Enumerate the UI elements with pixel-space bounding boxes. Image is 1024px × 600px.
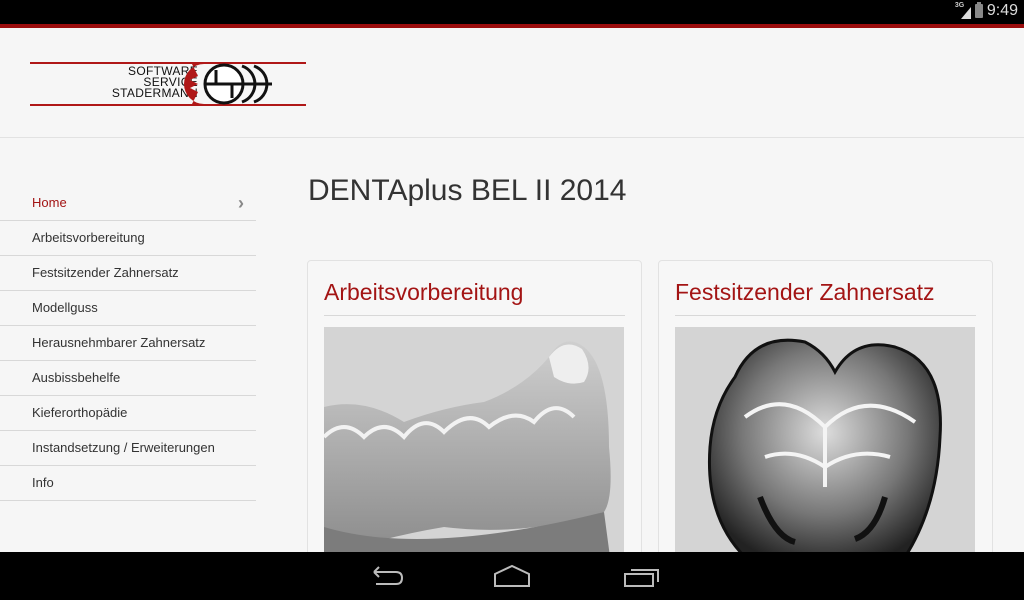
- clock: 9:49: [986, 2, 1018, 19]
- dental-model-illustration: [324, 327, 624, 587]
- back-icon: [373, 566, 404, 585]
- sidebar-item-label: Home: [32, 195, 67, 210]
- metal-crown-image[interactable]: [675, 327, 975, 587]
- card-divider: [675, 315, 976, 316]
- company-logo[interactable]: SOFTWARE SERVICE STADERMANN: [30, 62, 306, 106]
- card-divider: [324, 315, 625, 316]
- back-button[interactable]: [364, 562, 404, 590]
- battery-icon: [974, 2, 983, 18]
- card-title[interactable]: Arbeitsvorbereitung: [324, 279, 523, 306]
- sidebar-item-home[interactable]: Home ›: [0, 186, 256, 221]
- page-title: DENTAplus BEL II 2014: [308, 174, 627, 207]
- sidebar-item-label: Herausnehmbarer Zahnersatz: [32, 335, 206, 350]
- sss-logo-icon: [184, 63, 272, 105]
- sidebar-nav: Home › Arbeitsvorbereitung Festsitzender…: [0, 186, 256, 501]
- home-icon: [494, 564, 530, 587]
- sidebar-item-kieferorthopaedie[interactable]: Kieferorthopädie: [0, 396, 256, 431]
- header: SOFTWARE SERVICE STADERMANN: [0, 28, 1024, 138]
- sidebar-item-info[interactable]: Info: [0, 466, 256, 501]
- sidebar-item-label: Info: [32, 475, 54, 490]
- sidebar-item-arbeitsvorbereitung[interactable]: Arbeitsvorbereitung: [0, 221, 256, 256]
- recent-apps-button[interactable]: [622, 562, 662, 590]
- sidebar-item-modellguss[interactable]: Modellguss: [0, 291, 256, 326]
- chevron-right-icon: ›: [238, 193, 244, 213]
- status-bar: 3G 9:49: [0, 0, 1024, 28]
- system-nav-bar: [0, 552, 1024, 600]
- sidebar-item-label: Kieferorthopädie: [32, 405, 128, 420]
- sidebar-item-label: Arbeitsvorbereitung: [32, 230, 145, 245]
- card-arbeitsvorbereitung[interactable]: Arbeitsvorbereitung: [307, 260, 642, 587]
- status-icons: 3G 9:49: [955, 2, 1018, 20]
- signal-icon: 3G: [955, 2, 971, 20]
- home-button[interactable]: [492, 562, 532, 590]
- card-title[interactable]: Festsitzender Zahnersatz: [675, 279, 935, 306]
- card-festsitzender-zahnersatz[interactable]: Festsitzender Zahnersatz: [658, 260, 993, 587]
- sidebar-item-herausnehmbarer-zahnersatz[interactable]: Herausnehmbarer Zahnersatz: [0, 326, 256, 361]
- sidebar-item-ausbissbehelfe[interactable]: Ausbissbehelfe: [0, 361, 256, 396]
- sidebar-item-label: Modellguss: [32, 300, 98, 315]
- sidebar-item-label: Instandsetzung / Erweiterungen: [32, 440, 215, 455]
- recent-apps-icon: [624, 569, 659, 587]
- dental-model-image[interactable]: [324, 327, 624, 587]
- metal-crown-illustration: [675, 327, 975, 587]
- sidebar-item-label: Ausbissbehelfe: [32, 370, 121, 385]
- sidebar-item-festsitzender-zahnersatz[interactable]: Festsitzender Zahnersatz: [0, 256, 256, 291]
- sidebar-item-label: Festsitzender Zahnersatz: [32, 265, 179, 280]
- sidebar-item-instandsetzung[interactable]: Instandsetzung / Erweiterungen: [0, 431, 256, 466]
